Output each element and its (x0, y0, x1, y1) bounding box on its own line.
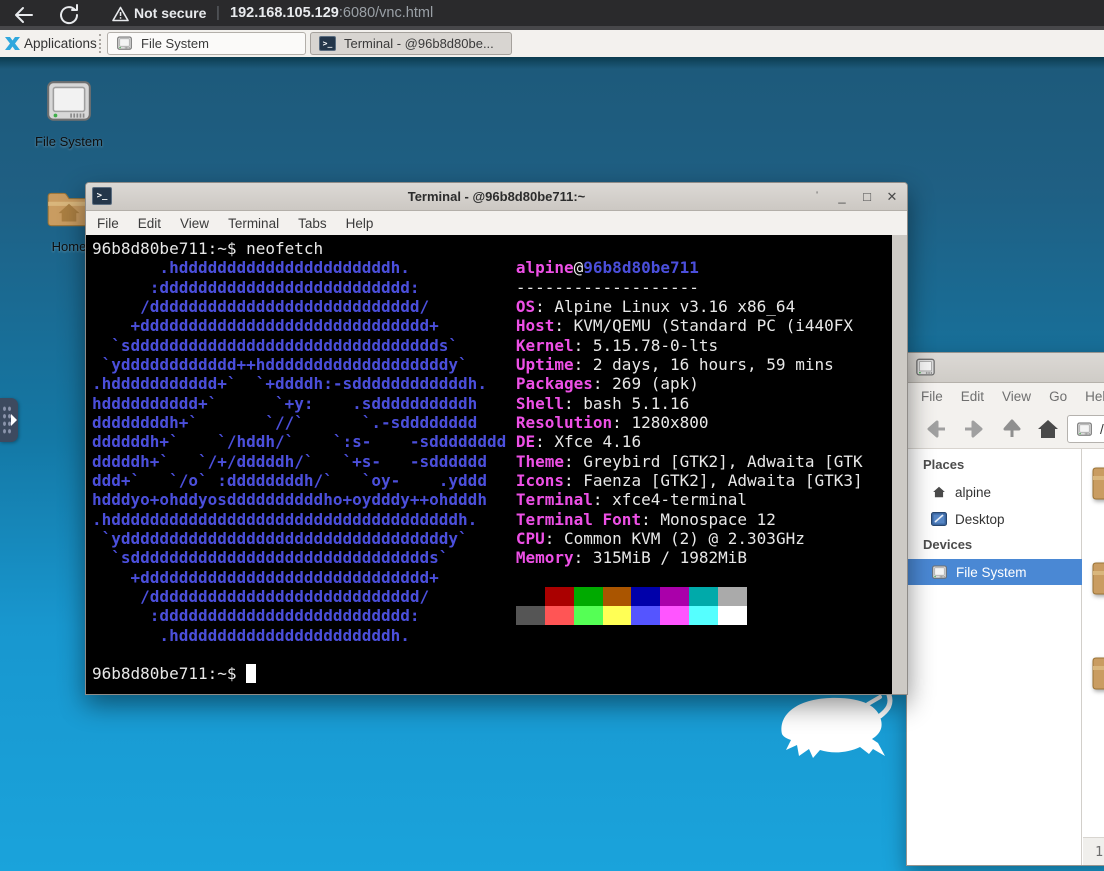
expand-arrow-icon (11, 414, 17, 426)
path-bar[interactable]: / (1067, 415, 1104, 443)
menu-edit[interactable]: Edit (961, 389, 984, 404)
menu-edit[interactable]: Edit (138, 216, 161, 231)
file-manager-content: 1 (1083, 449, 1104, 865)
close-button[interactable]: ✕ (885, 183, 899, 211)
home-icon (931, 485, 947, 499)
address-bar[interactable]: 192.168.105.129:6080/vnc.html (230, 5, 433, 21)
taskbar-button-terminal[interactable]: >_ Terminal - @96b8d80be... (310, 32, 512, 55)
taskbar-button-label: Terminal - @96b8d80be... (344, 36, 494, 51)
browser-back-icon[interactable] (12, 4, 36, 26)
folder-icon[interactable] (1089, 653, 1104, 693)
sidebar-item-desktop[interactable]: Desktop (907, 506, 1082, 532)
file-manager-statusbar: 1 (1083, 837, 1104, 865)
desktop-icon (931, 512, 947, 526)
browser-reload-icon[interactable] (58, 4, 82, 26)
file-manager-body: Places alpine Desktop Devices (907, 449, 1104, 865)
places-header: Places (923, 457, 964, 472)
novnc-control-handle[interactable] (0, 398, 18, 442)
terminal-screen: 96b8d80be711:~$ neofetch .hddddddddddddd… (86, 235, 892, 694)
sidebar-item-file-system[interactable]: File System (907, 559, 1082, 585)
browser-toolbar: Not secure | 192.168.105.129:6080/vnc.ht… (0, 0, 1104, 30)
menu-file[interactable]: File (97, 216, 119, 231)
back-button[interactable] (923, 417, 949, 441)
drive-icon (116, 36, 133, 51)
not-secure-label: Not secure (134, 5, 206, 21)
not-secure-warning-icon (112, 6, 129, 22)
panel-separator (99, 34, 101, 53)
file-manager-window: File Edit View Go Help (906, 352, 1104, 866)
menu-view[interactable]: View (180, 216, 209, 231)
sidebar-item-label: alpine (955, 485, 991, 500)
up-button[interactable] (999, 417, 1025, 441)
folder-icon[interactable] (1089, 463, 1104, 503)
drive-icon (915, 358, 936, 377)
folder-icon[interactable] (1089, 558, 1104, 598)
terminal-window: >_ Terminal - @96b8d80be711:~ ˈ _ □ ✕ Fi… (85, 182, 908, 695)
sidebar-item-label: File System (956, 565, 1027, 580)
menu-help[interactable]: Help (1085, 389, 1104, 404)
home-button[interactable] (1035, 417, 1061, 441)
menu-view[interactable]: View (1002, 389, 1031, 404)
drive-icon (44, 79, 94, 125)
drive-icon (931, 565, 948, 580)
terminal-menubar: File Edit View Terminal Tabs Help (86, 211, 907, 235)
file-manager-sidebar: Places alpine Desktop Devices (907, 449, 1082, 865)
forward-button[interactable] (961, 417, 987, 441)
url-host: 192.168.105.129 (230, 5, 339, 21)
status-text: 1 (1095, 844, 1103, 860)
terminal-titlebar[interactable]: >_ Terminal - @96b8d80be711:~ ˈ _ □ ✕ (86, 183, 907, 211)
minimize-button[interactable]: _ (835, 183, 849, 211)
desktop-icon-file-system[interactable]: File System (19, 79, 119, 149)
devices-header: Devices (923, 537, 972, 552)
url-divider: | (216, 4, 220, 21)
terminal-content[interactable]: 96b8d80be711:~$ neofetch .hddddddddddddd… (86, 235, 907, 694)
terminal-icon: >_ (319, 36, 336, 51)
file-manager-titlebar[interactable] (907, 353, 1104, 383)
terminal-scrollbar[interactable] (892, 235, 907, 694)
maximize-button[interactable]: □ (860, 183, 874, 211)
taskbar-button-file-system[interactable]: File System (107, 32, 306, 55)
file-manager-menubar: File Edit View Go Help (907, 383, 1104, 409)
terminal-title: Terminal - @96b8d80be711:~ (86, 189, 907, 204)
shade-button[interactable]: ˈ (810, 183, 824, 211)
sidebar-item-alpine[interactable]: alpine (907, 479, 1082, 505)
current-path: / (1100, 422, 1104, 437)
menu-tabs[interactable]: Tabs (298, 216, 327, 231)
taskbar-button-label: File System (141, 36, 209, 51)
sidebar-item-label: Desktop (955, 512, 1005, 527)
menu-help[interactable]: Help (346, 216, 374, 231)
drive-icon (1076, 422, 1093, 437)
url-path: :6080/vnc.html (339, 5, 433, 21)
menu-file[interactable]: File (921, 389, 943, 404)
xfce-mouse-logo (768, 690, 900, 770)
applications-menu[interactable]: Applications (24, 36, 97, 51)
xfce-applications-icon[interactable] (4, 35, 21, 52)
desktop-icon-label: File System (19, 134, 119, 149)
menu-terminal[interactable]: Terminal (228, 216, 279, 231)
desktop: File System Home File Edit View Go (0, 57, 1104, 871)
file-manager-toolbar: / (907, 409, 1104, 449)
xfce-panel: Applications File System >_ Terminal - @… (0, 30, 1104, 57)
menu-go[interactable]: Go (1049, 389, 1067, 404)
